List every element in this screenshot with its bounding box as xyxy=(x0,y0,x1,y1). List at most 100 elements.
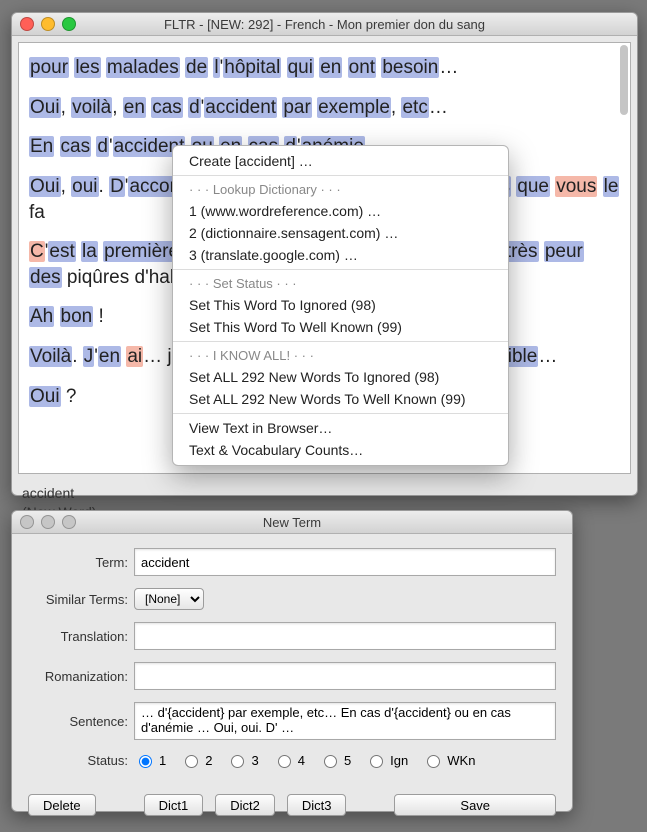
word: . xyxy=(72,346,83,367)
menu-dict-2[interactable]: 2 (dictionnaire.sensagent.com) … xyxy=(173,222,508,244)
word[interactable]: Oui xyxy=(29,97,61,118)
scrollbar[interactable] xyxy=(620,45,628,115)
word: ? xyxy=(61,386,77,407)
status-option-5[interactable]: 5 xyxy=(319,752,351,768)
word: . xyxy=(99,176,110,197)
similar-terms-select[interactable]: [None] xyxy=(134,588,204,610)
status-option-1[interactable]: 1 xyxy=(134,752,166,768)
label-sentence: Sentence: xyxy=(28,714,134,729)
word[interactable]: accident xyxy=(204,97,277,118)
word[interactable]: peur xyxy=(544,241,584,262)
word[interactable]: D xyxy=(109,176,125,197)
status-option-3[interactable]: 3 xyxy=(226,752,258,768)
word[interactable]: Oui xyxy=(29,176,61,197)
word[interactable]: les xyxy=(74,57,100,78)
romanization-field[interactable] xyxy=(134,662,556,690)
main-title: FLTR - [NEW: 292] - French - Mon premier… xyxy=(12,17,637,32)
word[interactable]: en xyxy=(123,97,146,118)
word[interactable]: bon xyxy=(60,306,94,327)
word[interactable]: En xyxy=(29,136,54,157)
status-option-4[interactable]: 4 xyxy=(273,752,305,768)
dict1-button[interactable]: Dict1 xyxy=(144,794,204,816)
menu-dict-1[interactable]: 1 (www.wordreference.com) … xyxy=(173,200,508,222)
sentence-field[interactable] xyxy=(134,702,556,740)
menu-all-ignored[interactable]: Set ALL 292 New Words To Ignored (98) xyxy=(173,366,508,388)
word[interactable]: en xyxy=(319,57,342,78)
word[interactable]: Voilà xyxy=(29,346,72,367)
word[interactable]: besoin xyxy=(381,57,439,78)
menu-header-status: · · · Set Status · · · xyxy=(173,273,508,294)
label-similar: Similar Terms: xyxy=(28,592,134,607)
delete-button[interactable]: Delete xyxy=(28,794,96,816)
dict3-button[interactable]: Dict3 xyxy=(287,794,347,816)
translation-field[interactable] xyxy=(134,622,556,650)
term-title: New Term xyxy=(12,515,572,530)
menu-set-ignored[interactable]: Set This Word To Ignored (98) xyxy=(173,294,508,316)
word[interactable]: ai xyxy=(126,346,143,367)
word[interactable]: voilà xyxy=(71,97,112,118)
menu-view-browser[interactable]: View Text in Browser… xyxy=(173,417,508,439)
menu-separator xyxy=(173,269,508,270)
text-line: Oui, voilà, en cas d'accident par exempl… xyxy=(29,95,620,121)
status-option-2[interactable]: 2 xyxy=(180,752,212,768)
word[interactable]: d xyxy=(188,97,201,118)
word[interactable]: qui xyxy=(287,57,314,78)
word[interactable]: cas xyxy=(151,97,183,118)
word[interactable]: en xyxy=(98,346,121,367)
text-line: pour les malades de l'hôpital qui en ont… xyxy=(29,55,620,81)
word[interactable]: Ah xyxy=(29,306,54,327)
word[interactable]: J xyxy=(83,346,95,367)
word[interactable]: que xyxy=(516,176,550,197)
dict2-button[interactable]: Dict2 xyxy=(215,794,275,816)
word xyxy=(342,57,347,78)
word: fa xyxy=(29,202,45,223)
word[interactable]: oui xyxy=(71,176,98,197)
status-option-wkn[interactable]: WKn xyxy=(422,752,475,768)
word[interactable]: C xyxy=(29,241,45,262)
status-word: accident xyxy=(22,484,627,503)
word[interactable]: de xyxy=(185,57,208,78)
word[interactable]: hôpital xyxy=(223,57,281,78)
word[interactable]: malades xyxy=(106,57,180,78)
word[interactable]: vous xyxy=(555,176,597,197)
word[interactable]: pour xyxy=(29,57,69,78)
menu-header-knowall: · · · I KNOW ALL! · · · xyxy=(173,345,508,366)
save-button[interactable]: Save xyxy=(394,794,556,816)
menu-create-term[interactable]: Create [accident] … xyxy=(173,150,508,172)
word xyxy=(54,136,59,157)
term-field[interactable] xyxy=(134,548,556,576)
menu-separator xyxy=(173,341,508,342)
word[interactable]: première xyxy=(103,241,180,262)
button-row: Delete Dict1 Dict2 Dict3 Save xyxy=(12,790,572,816)
menu-header-dictionary: · · · Lookup Dictionary · · · xyxy=(173,179,508,200)
word[interactable]: des xyxy=(29,267,62,288)
menu-vocab-counts[interactable]: Text & Vocabulary Counts… xyxy=(173,439,508,461)
menu-dict-3[interactable]: 3 (translate.google.com) … xyxy=(173,244,508,266)
status-radios: 12345 Ign WKn xyxy=(134,752,556,768)
word[interactable]: le xyxy=(603,176,620,197)
word[interactable]: très xyxy=(505,241,539,262)
menu-all-wellknown[interactable]: Set ALL 292 New Words To Well Known (99) xyxy=(173,388,508,410)
word[interactable]: est xyxy=(48,241,75,262)
word[interactable]: exemple xyxy=(317,97,391,118)
word[interactable]: ont xyxy=(348,57,376,78)
menu-set-wellknown[interactable]: Set This Word To Well Known (99) xyxy=(173,316,508,338)
word[interactable]: Oui xyxy=(29,386,61,407)
word[interactable]: par xyxy=(282,97,311,118)
term-form: Term: Similar Terms: [None] Translation:… xyxy=(12,534,572,790)
word[interactable]: cas xyxy=(60,136,92,157)
label-status: Status: xyxy=(28,753,134,768)
label-term: Term: xyxy=(28,555,134,570)
word: ! xyxy=(93,306,104,327)
word[interactable]: d xyxy=(96,136,109,157)
word: , xyxy=(391,97,402,118)
word[interactable]: etc xyxy=(401,97,428,118)
word: … xyxy=(538,346,557,367)
word: , xyxy=(61,97,72,118)
label-romanization: Romanization: xyxy=(28,669,134,684)
new-term-window: New Term Term: Similar Terms: [None] Tra… xyxy=(11,510,573,812)
status-option-ign[interactable]: Ign xyxy=(365,752,408,768)
word: , xyxy=(61,176,72,197)
word: … xyxy=(429,97,448,118)
word[interactable]: la xyxy=(81,241,98,262)
